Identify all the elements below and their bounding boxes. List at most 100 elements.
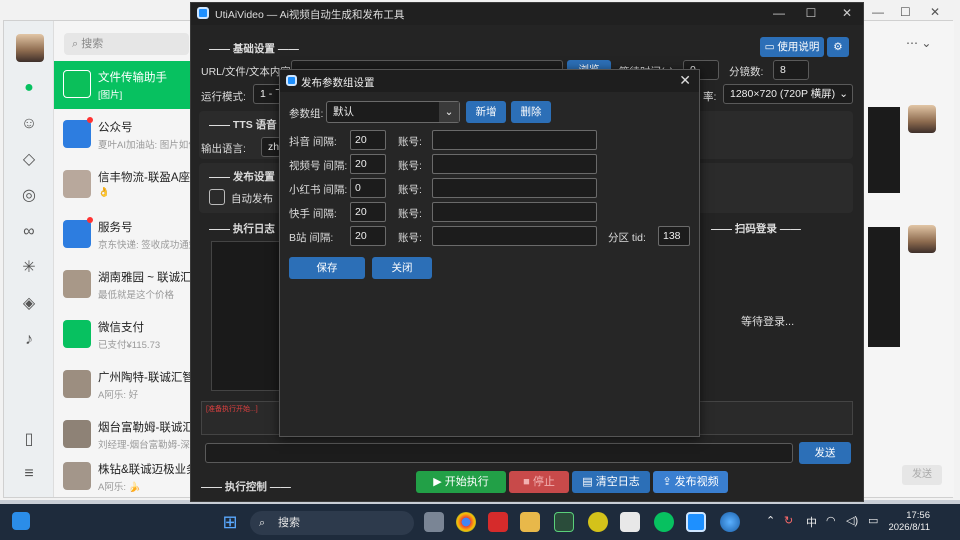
task-view-icon[interactable] <box>424 512 444 532</box>
my-avatar[interactable] <box>16 34 44 62</box>
music-icon[interactable]: ♪ <box>18 329 40 351</box>
app-send-button[interactable]: 发送 <box>799 442 851 464</box>
start-menu-icon[interactable]: ⊞ <box>220 512 240 532</box>
app-logo-icon <box>197 7 209 19</box>
run-mode-label: 运行模式: <box>201 91 246 103</box>
taskbar-search[interactable]: ⌕ 搜索 <box>250 511 414 535</box>
maximize-icon[interactable]: ☐ <box>900 5 911 19</box>
app-minimize-icon[interactable]: — <box>769 6 789 20</box>
wechat-icon[interactable] <box>654 512 674 532</box>
terminal-icon[interactable] <box>554 512 574 532</box>
file-explorer-icon[interactable] <box>520 512 540 532</box>
chat-item[interactable]: 烟台富勒姆-联诚汇智 刘经理-烟台富勒姆-深圳 <box>54 411 193 459</box>
bilibili-account-input[interactable] <box>432 226 597 246</box>
phone-icon[interactable]: ▯ <box>18 429 40 451</box>
volume-icon[interactable]: ◁) <box>846 514 858 527</box>
message-image[interactable] <box>868 227 900 347</box>
account-label: 账号: <box>398 160 422 172</box>
chat-item[interactable]: 文件传输助手 [图片] <box>54 61 193 109</box>
exec-control-group: —— 执行控制 —— <box>201 481 291 493</box>
taskbar-search-label: 搜索 <box>278 517 300 529</box>
network-tool-icon[interactable] <box>620 512 640 532</box>
xiaohongshu-interval-input[interactable]: 0 <box>350 178 386 198</box>
settings-button[interactable]: ⚙ <box>827 37 849 57</box>
account-label: 账号: <box>398 184 422 196</box>
tid-input[interactable]: 138 <box>658 226 690 246</box>
utiaivideo-taskbar-icon[interactable] <box>686 512 706 532</box>
mini-program-icon[interactable]: ◈ <box>18 293 40 315</box>
output-lang-select[interactable]: zh <box>261 137 281 157</box>
shots-input[interactable]: 8 <box>773 60 809 80</box>
tray-app-icon[interactable]: ↻ <box>784 514 793 527</box>
stop-button[interactable]: ■ 停止 <box>509 471 569 493</box>
save-button[interactable]: 保存 <box>289 257 365 279</box>
chat-item[interactable]: 株钻&联诚迈极业务 A阿乐: 🍌 <box>54 453 193 497</box>
wechat-send-button[interactable]: 发送 <box>902 465 942 485</box>
clear-log-label: 清空日志 <box>595 476 640 488</box>
more-options-icon[interactable]: ⋯ ⌄ <box>906 36 931 50</box>
app-icon[interactable] <box>588 512 608 532</box>
ime-indicator[interactable]: 中 <box>806 514 817 530</box>
bilibili-interval-input[interactable]: 20 <box>350 226 386 246</box>
favorites-icon[interactable]: ◇ <box>18 149 40 171</box>
douyin-account-input[interactable] <box>432 130 597 150</box>
service-account-icon <box>63 220 91 248</box>
start-button[interactable]: ▶ 开始执行 <box>416 471 506 493</box>
tid-label: 分区 tid: <box>608 232 646 244</box>
close-icon[interactable]: ✕ <box>930 5 940 19</box>
auto-publish-label: 自动发布 <box>231 193 273 205</box>
channels-icon[interactable]: ∞ <box>18 221 40 243</box>
wps-icon[interactable] <box>488 512 508 532</box>
account-label: 账号: <box>398 208 422 220</box>
minimize-icon[interactable]: — <box>872 5 884 19</box>
upload-icon: ⇪ <box>662 476 675 488</box>
clear-log-button[interactable]: ▤ 清空日志 <box>572 471 650 493</box>
browser-icon[interactable] <box>720 512 740 532</box>
menu-icon[interactable]: ≡ <box>18 463 40 485</box>
chevron-up-icon[interactable]: ⌃ <box>766 514 775 527</box>
widgets-icon[interactable] <box>12 512 30 530</box>
chat-item[interactable]: 微信支付 已支付¥115.73 <box>54 311 193 359</box>
add-group-button[interactable]: 新增 <box>466 101 506 123</box>
kuaishou-account-input[interactable] <box>432 202 597 222</box>
dialog-close-button[interactable]: 关闭 <box>372 257 432 279</box>
publish-settings-label: 发布设置 <box>232 171 275 183</box>
chat-preview: 已支付¥115.73 <box>98 340 161 351</box>
chrome-icon[interactable] <box>456 512 476 532</box>
chat-icon[interactable]: ● <box>18 77 40 99</box>
battery-icon[interactable]: ▭ <box>868 514 878 527</box>
contacts-icon[interactable]: ☺ <box>18 113 40 135</box>
chat-search-input[interactable]: ⌕ 搜索 <box>64 33 189 55</box>
kuaishou-interval-input[interactable]: 20 <box>350 202 386 222</box>
chat-item[interactable]: 服务号 京东快递: 签收成功通知 <box>54 211 193 259</box>
douyin-interval-input[interactable]: 20 <box>350 130 386 150</box>
bilibili-interval-label: B站 间隔: <box>289 232 334 244</box>
publish-video-button[interactable]: ⇪ 发布视频 <box>653 471 728 493</box>
dialog-title: 发布参数组设置 <box>301 77 375 89</box>
app-maximize-icon[interactable]: ☐ <box>801 6 821 20</box>
resolution-select[interactable]: 1280×720 (720P 横屏) ⌄ <box>723 84 853 104</box>
chat-item[interactable]: 公众号 夏叶AI加油站: 图片如何 <box>54 111 193 159</box>
xiaohongshu-account-input[interactable] <box>432 178 597 198</box>
dialog-close-icon[interactable]: ✕ <box>679 72 691 89</box>
chat-item[interactable]: 湖南雅园 ~ 联诚汇智 最低就是这个价格 <box>54 261 194 309</box>
chat-item[interactable]: 信丰物流-联盈A座3 👌 <box>54 161 193 209</box>
app-close-icon[interactable]: ✕ <box>837 6 857 20</box>
chat-name: 湖南雅园 ~ 联诚汇智 <box>98 272 194 284</box>
clock[interactable]: 17:56 2026/8/11 <box>886 510 930 534</box>
shipinhao-account-input[interactable] <box>432 154 597 174</box>
delete-group-button[interactable]: 删除 <box>511 101 551 123</box>
chat-item[interactable]: 广州陶特-联诚汇智 A阿乐: 好 <box>54 361 193 409</box>
wifi-icon[interactable]: ◠ <box>826 514 836 527</box>
chat-name: 文件传输助手 <box>98 72 167 84</box>
param-group-select[interactable]: 默认 ⌄ <box>326 101 460 123</box>
shipinhao-interval-input[interactable]: 20 <box>350 154 386 174</box>
auto-publish-checkbox[interactable] <box>209 189 225 205</box>
help-button[interactable]: ▭ 使用说明 <box>760 37 824 57</box>
command-input[interactable] <box>205 443 793 463</box>
exec-control-label: 执行控制 <box>224 481 267 493</box>
message-image[interactable] <box>868 107 900 193</box>
chat-preview: [图片] <box>98 90 123 101</box>
search-feature-icon[interactable]: ✳ <box>18 257 40 279</box>
moments-icon[interactable]: ◎ <box>18 185 40 207</box>
